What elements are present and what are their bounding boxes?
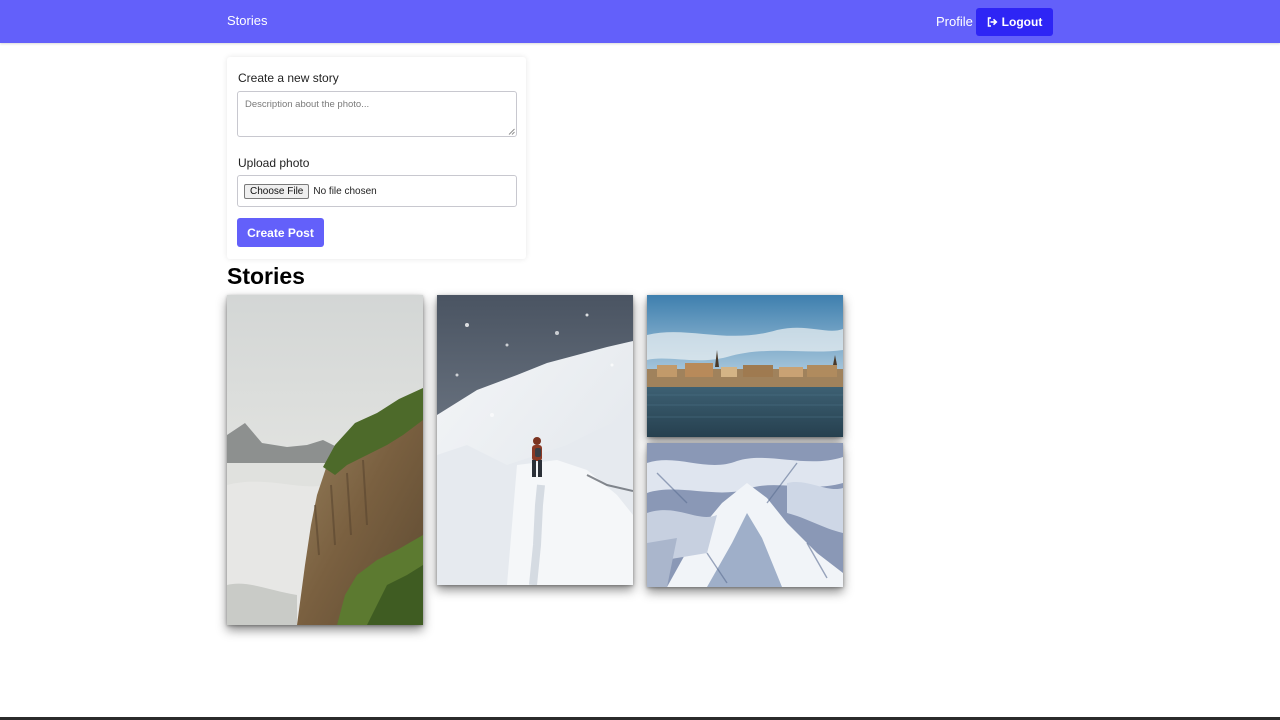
file-input[interactable]: Choose File No file chosen: [237, 175, 517, 207]
file-status-text: No file chosen: [313, 185, 377, 197]
logout-icon: [987, 17, 998, 27]
stories-heading: Stories: [227, 263, 305, 289]
story-image-cliff[interactable]: [227, 295, 423, 625]
create-story-label: Create a new story: [238, 71, 339, 85]
description-textarea[interactable]: [237, 91, 517, 137]
create-story-card: Create a new story Upload photo Choose F…: [227, 57, 526, 259]
story-image-snow-hiker[interactable]: [437, 295, 633, 585]
choose-file-button[interactable]: Choose File: [244, 183, 310, 199]
logout-label: Logout: [1001, 15, 1043, 29]
brand-link[interactable]: Stories: [227, 13, 267, 28]
upload-photo-label: Upload photo: [238, 156, 310, 170]
logout-button[interactable]: Logout: [976, 8, 1053, 36]
navbar: Stories Profile Logout: [0, 0, 1280, 43]
story-image-city-harbor[interactable]: [647, 295, 843, 437]
profile-link[interactable]: Profile: [936, 14, 973, 29]
create-post-button[interactable]: Create Post: [237, 218, 324, 247]
story-image-snow-mountains[interactable]: [647, 443, 843, 587]
